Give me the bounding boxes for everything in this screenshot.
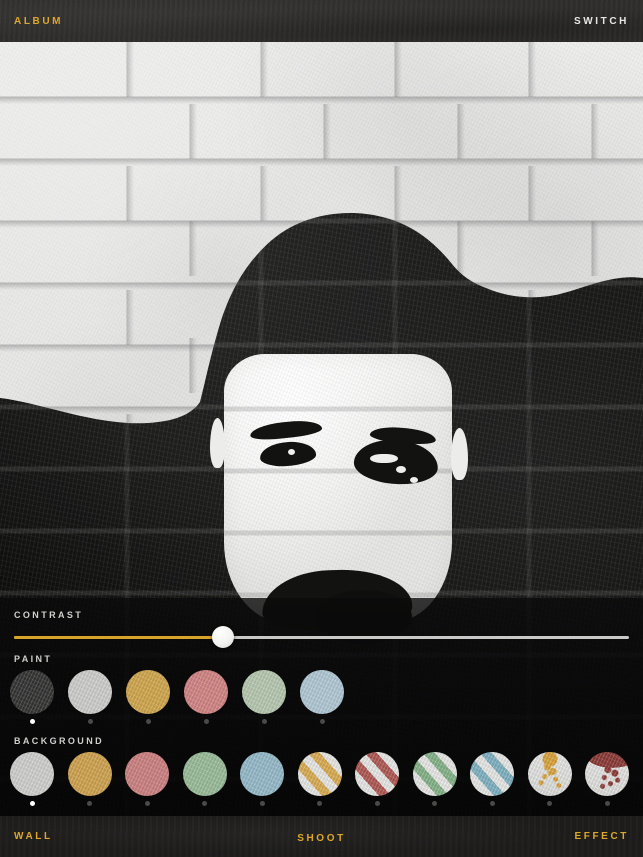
contrast-slider-fill (14, 636, 224, 639)
paint-swatch-charcoal-disc (10, 670, 54, 714)
paint-swatch-salmon-indicator (203, 719, 209, 724)
portrait-eye-highlight (370, 454, 398, 463)
background-swatch-red-stripes-disc (355, 752, 399, 796)
paint-swatch-gold-disc (126, 670, 170, 714)
background-swatch-salmon-indicator (144, 801, 150, 806)
background-swatch-gold-stripes[interactable] (297, 752, 342, 806)
contrast-slider[interactable] (14, 620, 629, 654)
paint-swatch-gold-indicator (145, 719, 151, 724)
paint-swatch-sage-indicator (261, 719, 267, 724)
background-swatch-white-disc (10, 752, 54, 796)
background-swatch-salmon-disc (125, 752, 169, 796)
editing-controls-panel: CONTRAST PAINT BACKGROUND (0, 598, 643, 816)
background-swatch-gold-stripes-indicator (317, 801, 322, 806)
background-swatch-gold[interactable] (67, 752, 112, 806)
effect-button[interactable]: EFFECT (575, 831, 630, 842)
paint-label: PAINT (14, 654, 53, 664)
background-swatch-red-splatter-disc (585, 752, 629, 796)
background-swatch-blue-stripes[interactable] (470, 752, 514, 806)
background-label: BACKGROUND (14, 736, 104, 746)
background-swatch-gold-stripes-disc (297, 752, 342, 796)
background-swatch-sage[interactable] (182, 752, 227, 806)
paint-swatch-skyblue-disc (300, 670, 344, 714)
background-swatch-gold-indicator (87, 801, 92, 806)
album-button[interactable]: ALBUM (14, 16, 63, 27)
background-swatch-skyblue-disc (240, 752, 284, 796)
background-swatch-skyblue[interactable] (240, 752, 284, 806)
paint-swatch-white[interactable] (68, 670, 112, 724)
background-swatch-green-stripes[interactable] (412, 752, 457, 806)
background-swatch-red-stripes-indicator (374, 801, 380, 806)
background-swatch-red-stripes[interactable] (355, 752, 399, 806)
portrait-eye-highlight (410, 477, 418, 483)
portrait-left-ear (210, 418, 225, 468)
background-swatch-green-stripes-indicator (432, 801, 437, 806)
background-swatch-gold-splatter-disc (527, 752, 572, 796)
contrast-slider-knob[interactable] (212, 626, 235, 648)
background-swatch-gold-splatter[interactable] (527, 752, 572, 806)
top-bar: ALBUM SWITCH (0, 0, 643, 42)
paint-swatch-sage[interactable] (242, 670, 286, 724)
background-swatch-gold-splatter-indicator (547, 801, 552, 806)
camera-app-screen: ALBUM SWITCH CONTRAST PAINT BACKGROUND W… (0, 0, 643, 857)
paint-swatch-charcoal[interactable] (10, 670, 54, 724)
background-swatch-white-indicator (29, 801, 35, 806)
portrait-face (210, 354, 468, 644)
switch-button[interactable]: SWITCH (574, 16, 629, 27)
background-swatch-blue-stripes-indicator (489, 801, 495, 806)
paint-swatch-sage-disc (242, 670, 286, 714)
portrait-right-ear (451, 428, 468, 480)
paint-swatch-charcoal-indicator (29, 719, 35, 724)
paint-swatch-white-indicator (87, 719, 93, 724)
paint-swatch-salmon-disc (184, 670, 228, 714)
background-swatch-sage-indicator (202, 801, 207, 806)
background-swatch-salmon[interactable] (125, 752, 169, 806)
background-swatch-sage-disc (182, 752, 227, 796)
paint-swatch-white-disc (68, 670, 112, 714)
shoot-button[interactable]: SHOOT (297, 833, 346, 844)
background-swatch-blue-stripes-disc (470, 752, 514, 796)
background-swatch-white[interactable] (10, 752, 54, 806)
background-swatch-skyblue-indicator (259, 801, 265, 806)
background-swatch-green-stripes-disc (412, 752, 457, 796)
bottom-bar: WALL SHOOT EFFECT (0, 816, 643, 857)
background-swatch-gold-disc (67, 752, 112, 796)
paint-swatch-salmon[interactable] (184, 670, 228, 724)
portrait-eye-highlight (288, 449, 295, 455)
background-swatch-row (0, 752, 643, 806)
paint-swatch-skyblue[interactable] (300, 670, 344, 724)
paint-swatch-row (0, 670, 643, 724)
background-swatch-red-splatter-indicator (604, 801, 610, 806)
portrait-eye-highlight (396, 466, 406, 473)
paint-swatch-skyblue-indicator (319, 719, 325, 724)
background-swatch-red-splatter[interactable] (585, 752, 629, 806)
paint-swatch-gold[interactable] (126, 670, 170, 724)
contrast-label: CONTRAST (14, 610, 84, 620)
